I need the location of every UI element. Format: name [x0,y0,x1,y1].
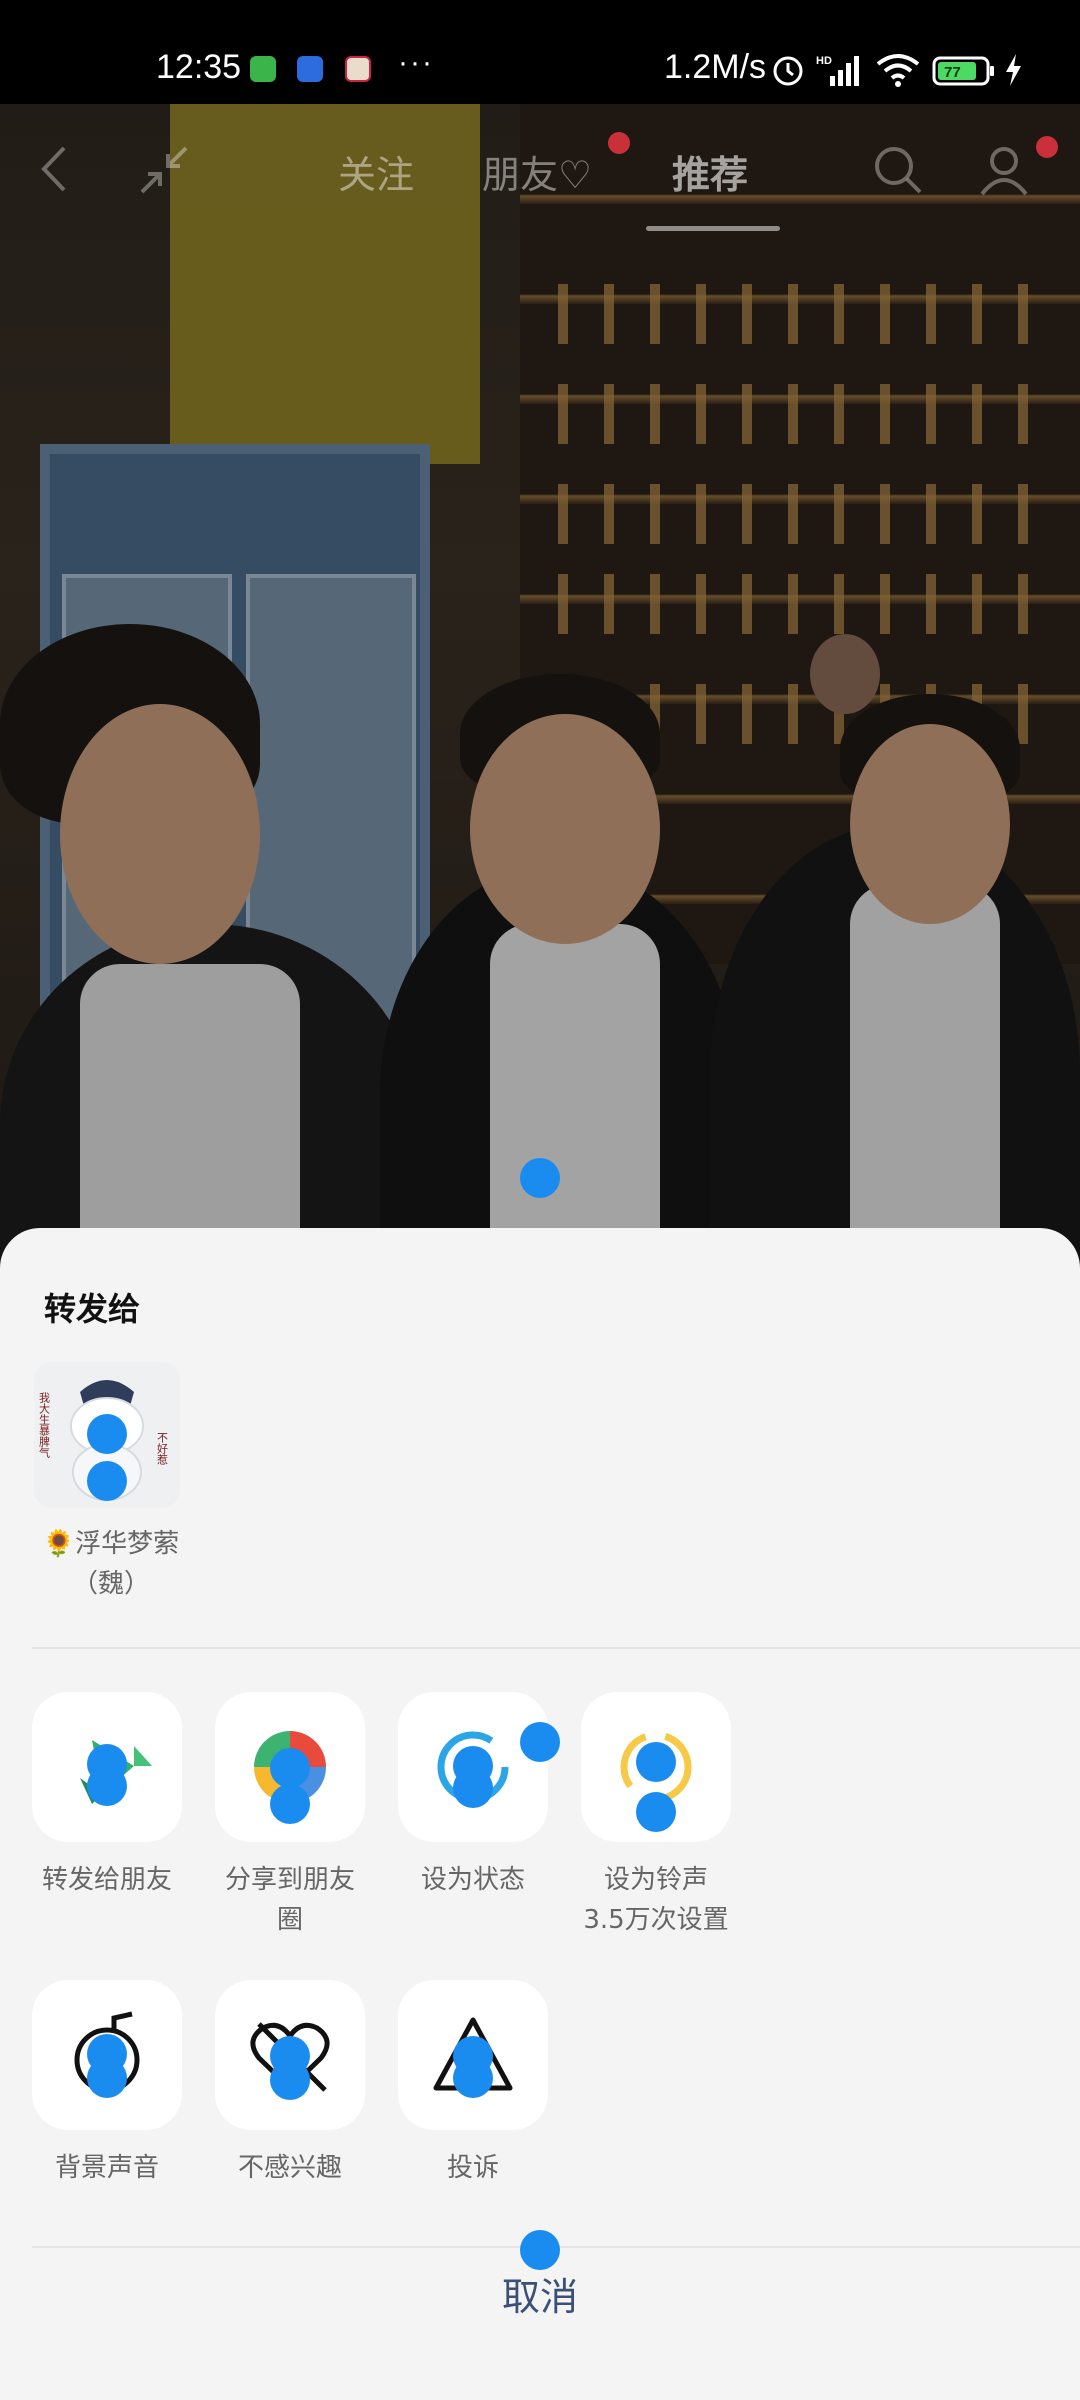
set-as-status-action[interactable]: 设为状态 [398,1692,548,1900]
report-action[interactable]: 投诉 [398,1980,548,2188]
background-sound-button[interactable] [32,1980,182,2130]
forward-to-friend-label: 转发给朋友 [41,1865,172,1895]
share-sheet: 转发给 我大生暴脾气 不好惹 🌻浮华梦萦 （魏） 转发给朋友 分享到朋友 圈 设… [0,1228,1080,2400]
share-to-moments-label: 分享到朋友 圈 [224,1865,355,1935]
divider [32,1647,1080,1649]
network-speed: 1.2M/s [664,48,767,86]
report-label: 投诉 [446,2153,499,2183]
report-button[interactable] [398,1980,548,2130]
tab-friends[interactable]: 朋友♡ [482,144,592,199]
touch-marker [87,2058,127,2098]
video-player[interactable] [0,104,1080,1264]
friends-notification-dot [608,132,630,154]
forward-to-friend-button[interactable] [32,1692,182,1842]
touch-marker [87,1766,127,1806]
share-to-moments-button[interactable] [215,1692,365,1842]
search-icon[interactable] [872,144,924,196]
back-icon[interactable] [36,144,72,194]
touch-marker [453,2058,493,2098]
set-as-ringtone-action[interactable]: 设为铃声 3.5万次设置 [581,1692,731,1940]
touch-marker [453,1768,493,1808]
more-notifications-icon: ··· [398,46,434,79]
touch-marker [270,1784,310,1824]
touch-marker [636,1792,676,1832]
cancel-button[interactable]: 取消 [0,2266,1080,2321]
charging-icon [1006,54,1021,86]
svg-text:HD: HD [816,55,832,67]
active-tab-indicator [646,226,780,231]
status-time: 12:35 [156,48,242,86]
touch-marker [270,2060,310,2100]
wifi-icon [876,54,920,87]
app-notification-icon-3 [345,56,371,82]
set-as-ringtone-label: 设为铃声 3.5万次设置 [583,1865,729,1935]
set-as-status-label: 设为状态 [420,1865,525,1895]
not-interested-label: 不感兴趣 [237,2153,342,2183]
touch-marker [87,1461,127,1501]
top-nav-bar: 关注 朋友♡ 推荐 [0,104,1080,234]
touch-marker [520,2230,560,2270]
app-notification-icon-2 [297,56,323,82]
signal-icon: HD [816,55,859,86]
background-sound-action[interactable]: 背景声音 [32,1980,182,2188]
alarm-icon [773,56,803,86]
profile-notification-dot [1036,136,1058,158]
status-bar: 12:35 ··· 1.2M/s HD 77 [0,0,1080,104]
not-interested-button[interactable] [215,1980,365,2130]
minimize-icon[interactable] [138,144,190,196]
battery-level: 77 [944,64,961,81]
forward-to-friend-action[interactable]: 转发给朋友 [32,1692,182,1900]
app-notification-icon-1 [250,56,276,82]
background-sound-label: 背景声音 [54,2153,159,2183]
battery-icon: 77 [932,56,994,86]
share-to-moments-action[interactable]: 分享到朋友 圈 [215,1692,365,1940]
profile-icon[interactable] [978,144,1030,196]
touch-marker [636,1742,676,1782]
not-interested-action[interactable]: 不感兴趣 [215,1980,365,2188]
touch-marker [87,1414,127,1454]
set-as-ringtone-button[interactable] [581,1692,731,1842]
contact-name: 🌻浮华梦萦 （魏） [42,1529,180,1599]
svg-text:不好惹: 不好惹 [156,1432,169,1465]
set-as-status-button[interactable] [398,1692,548,1842]
share-sheet-title: 转发给 [44,1290,141,1328]
touch-marker [520,1158,560,1198]
touch-marker [520,1722,560,1762]
touch-marker [270,1748,310,1788]
tab-following[interactable]: 关注 [338,144,414,199]
tab-recommended[interactable]: 推荐 [672,144,748,199]
svg-text:我大生暴脾气: 我大生暴脾气 [38,1392,51,1458]
